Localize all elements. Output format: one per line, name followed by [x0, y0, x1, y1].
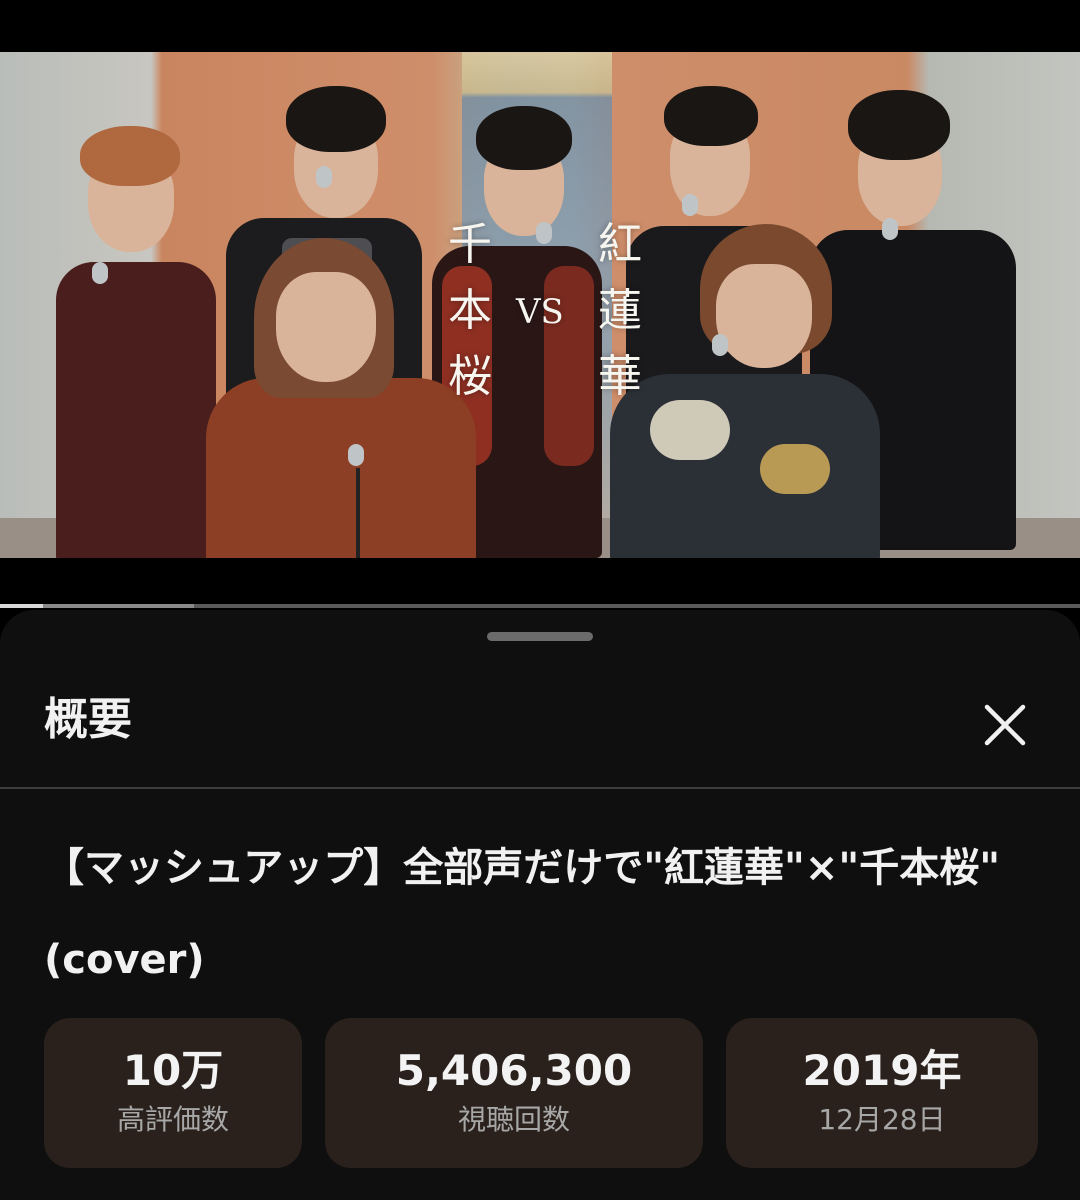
drag-handle[interactable]	[487, 632, 593, 641]
stat-date: 2019年 12月28日	[726, 1018, 1038, 1168]
overlay-title-right: 紅 蓮 華	[598, 219, 642, 402]
sheet-title: 概要	[44, 694, 132, 745]
video-title: 【マッシュアップ】全部声だけで"紅蓮華"×"千本桜" (cover)	[44, 845, 1001, 983]
divider	[0, 787, 1080, 789]
description-sheet: 概要 【マッシュアップ】全部声だけで"紅蓮華"×"千本桜" (cover) 10…	[0, 610, 1080, 1200]
video-letterbox	[0, 558, 1080, 604]
close-icon	[984, 704, 1026, 746]
stat-likes: 10万 高評価数	[44, 1018, 302, 1168]
video-player[interactable]: 千 本 桜 VS 紅 蓮 華	[0, 52, 1080, 558]
singer-front-left	[206, 238, 476, 558]
views-label: 視聴回数	[457, 1103, 570, 1136]
close-button[interactable]	[978, 698, 1032, 752]
likes-label: 高評価数	[116, 1103, 229, 1136]
stat-views: 5,406,300 視聴回数	[325, 1018, 703, 1168]
likes-count: 10万	[122, 1046, 224, 1095]
overlay-title-left: 千 本 桜	[448, 219, 492, 402]
singer-back-1	[56, 112, 226, 558]
status-bar-area	[0, 0, 1080, 52]
progress-played	[0, 604, 44, 608]
publish-date: 12月28日	[818, 1103, 946, 1136]
overlay-vs: VS	[516, 292, 564, 332]
publish-year: 2019年	[802, 1046, 962, 1095]
progress-bar[interactable]	[0, 604, 1080, 608]
views-count: 5,406,300	[395, 1046, 633, 1095]
